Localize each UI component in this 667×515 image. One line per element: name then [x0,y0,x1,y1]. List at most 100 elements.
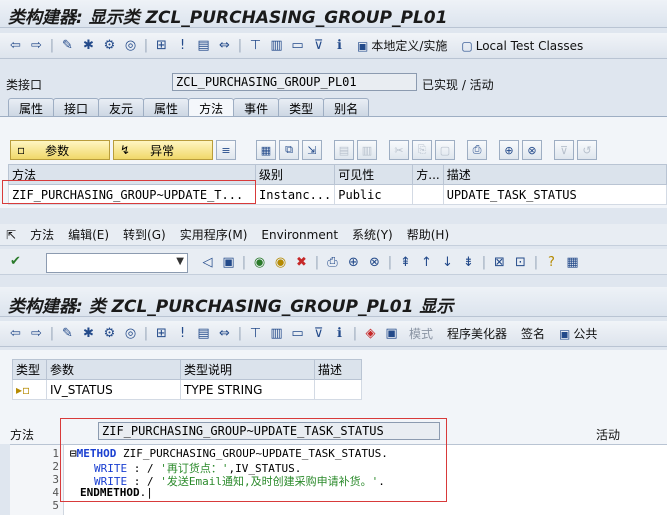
tab-attributes-2[interactable]: 属性 [143,98,190,116]
forward-icon[interactable]: ⇨ [27,36,46,55]
paste-icon[interactable]: ▢ [435,140,455,160]
copy-icon[interactable]: ⧉ [279,140,299,160]
template-icon[interactable]: ▣ [382,324,401,343]
pretty-printer-button[interactable]: 程序美化器 [441,325,513,342]
check-icon-2[interactable]: ⚙ [100,324,119,343]
tab-methods[interactable]: 方法 [188,98,235,116]
prev-page-icon[interactable]: ↑ [417,253,436,272]
prev-icon[interactable]: ◁ [198,253,217,272]
filter-icon-3[interactable]: ⊽ [309,324,328,343]
shortcut-icon[interactable]: ⊡ [511,253,530,272]
local-definitions-button[interactable]: ▣ 本地定义/实施 [351,37,453,54]
cancel-icon[interactable]: ✖ [292,253,311,272]
tab-friends[interactable]: 友元 [98,98,145,116]
exceptions-button[interactable]: ↯ 异常 [113,140,213,160]
find-next-icon-2[interactable]: ⊗ [365,253,384,272]
new-session-icon[interactable]: ⊠ [490,253,509,272]
signature-button[interactable]: 签名 [515,325,551,342]
col-param-name[interactable]: 参数 [46,359,181,380]
parameters-button[interactable]: ▫ 参数 [10,140,110,160]
menu-system[interactable]: 系统(Y) [352,226,393,243]
tree-icon-2[interactable]: ⊤ [246,324,265,343]
mode-button[interactable]: 模式 [403,325,439,342]
filter-icon-2[interactable]: ⊽ [554,140,574,160]
list-icon-2[interactable]: ▭ [288,324,307,343]
col-param-typing[interactable]: 类型说明 [180,359,315,380]
menu-edit[interactable]: 编辑(E) [68,226,109,243]
navigate-icon[interactable]: ⇔ [215,36,234,55]
activate-icon-2[interactable]: ✱ [79,324,98,343]
print-icon-2[interactable]: ⎙ [323,253,342,272]
col-param-kind[interactable]: 类型 [12,359,47,380]
cut-icon[interactable]: ✂ [389,140,409,160]
param-type-cell[interactable]: TYPE STRING [180,379,315,400]
menu-method[interactable]: 方法 [30,226,54,243]
collapse-icon[interactable]: ⊟ [70,447,77,460]
table-row[interactable]: ZIF_PURCHASING_GROUP~UPDATE_T... Instanc… [8,184,667,205]
menu-icon[interactable]: ⇱ [6,228,16,242]
filter-icon[interactable]: ⊽ [309,36,328,55]
tab-events[interactable]: 事件 [233,98,280,116]
info-icon[interactable]: ℹ [330,36,349,55]
check-icon[interactable]: ⚙ [100,36,119,55]
activate-icon[interactable]: ✱ [79,36,98,55]
local-test-classes-button[interactable]: ▢ Local Test Classes [455,39,589,53]
edit-pencil-icon[interactable]: ✎ [58,36,77,55]
info-icon-2[interactable]: ℹ [330,324,349,343]
param-name-cell[interactable]: IV_STATUS [46,379,181,400]
tab-interfaces[interactable]: 接口 [53,98,100,116]
forward-icon-2[interactable]: ⇨ [27,324,46,343]
tab-aliases[interactable]: 别名 [323,98,370,116]
table-row[interactable]: ▸▫ IV_STATUS TYPE STRING [12,379,362,400]
tab-types[interactable]: 类型 [278,98,325,116]
display-icon[interactable]: ▤ [194,36,213,55]
save-icon[interactable]: ▣ [219,253,238,272]
back-icon[interactable]: ⇦ [6,36,25,55]
public-section-button[interactable]: ▣ 公共 [553,325,603,342]
detail-view-icon[interactable]: ▦ [256,140,276,160]
find-icon-2[interactable]: ⊕ [344,253,363,272]
undo-icon[interactable]: ↺ [577,140,597,160]
source-code-icon[interactable]: ≡ [216,140,236,160]
edit-pencil-icon-2[interactable]: ✎ [58,324,77,343]
col-description[interactable]: 描述 [442,164,667,185]
breakpoint-icon[interactable]: ǃ [173,36,192,55]
find-icon[interactable]: ⊕ [499,140,519,160]
hierarchy-icon-2[interactable]: ⊞ [152,324,171,343]
pattern-icon[interactable]: ◈ [361,324,380,343]
command-field[interactable]: ▼ [46,253,188,273]
layout-icon[interactable]: ▦ [563,253,582,272]
method-type-cell[interactable] [412,184,444,205]
level-cell[interactable]: Instanc... [254,184,336,205]
structure-icon[interactable]: ▥ [267,36,286,55]
param-desc-cell[interactable] [314,379,362,400]
copy-row-icon[interactable]: ⎘ [412,140,432,160]
code-line[interactable]: ⊟METHOD ZIF_PURCHASING_GROUP~UPDATE_TASK… [70,447,388,460]
method-name-cell[interactable]: ZIF_PURCHASING_GROUP~UPDATE_T... [8,184,256,205]
back-green-icon[interactable]: ◉ [250,253,269,272]
insert-row-icon[interactable]: ▤ [334,140,354,160]
tab-attributes[interactable]: 属性 [8,98,55,116]
delete-row-icon[interactable]: ▥ [357,140,377,160]
visibility-cell[interactable]: Public [334,184,414,205]
last-page-icon[interactable]: ⇟ [459,253,478,272]
hierarchy-icon[interactable]: ⊞ [152,36,171,55]
enter-icon[interactable]: ✔ [6,252,25,271]
col-method[interactable]: 方法 [8,164,256,185]
menu-help[interactable]: 帮助(H) [407,226,449,243]
move-icon[interactable]: ⇲ [302,140,322,160]
list-icon[interactable]: ▭ [288,36,307,55]
col-level[interactable]: 级别 [254,164,336,185]
where-used-icon-2[interactable]: ◎ [121,324,140,343]
col-visibility[interactable]: 可见性 [334,164,414,185]
where-used-icon[interactable]: ◎ [121,36,140,55]
tree-icon[interactable]: ⊤ [246,36,265,55]
back-icon-2[interactable]: ⇦ [6,324,25,343]
structure-icon-2[interactable]: ▥ [267,324,286,343]
method-name-field[interactable]: ZIF_PURCHASING_GROUP~UPDATE_TASK_STATUS [98,422,440,440]
exit-icon[interactable]: ◉ [271,253,290,272]
chevron-down-icon[interactable]: ▼ [176,256,184,267]
next-page-icon[interactable]: ↓ [438,253,457,272]
breakpoint-icon-2[interactable]: ǃ [173,324,192,343]
col-param-desc[interactable]: 描述 [314,359,362,380]
